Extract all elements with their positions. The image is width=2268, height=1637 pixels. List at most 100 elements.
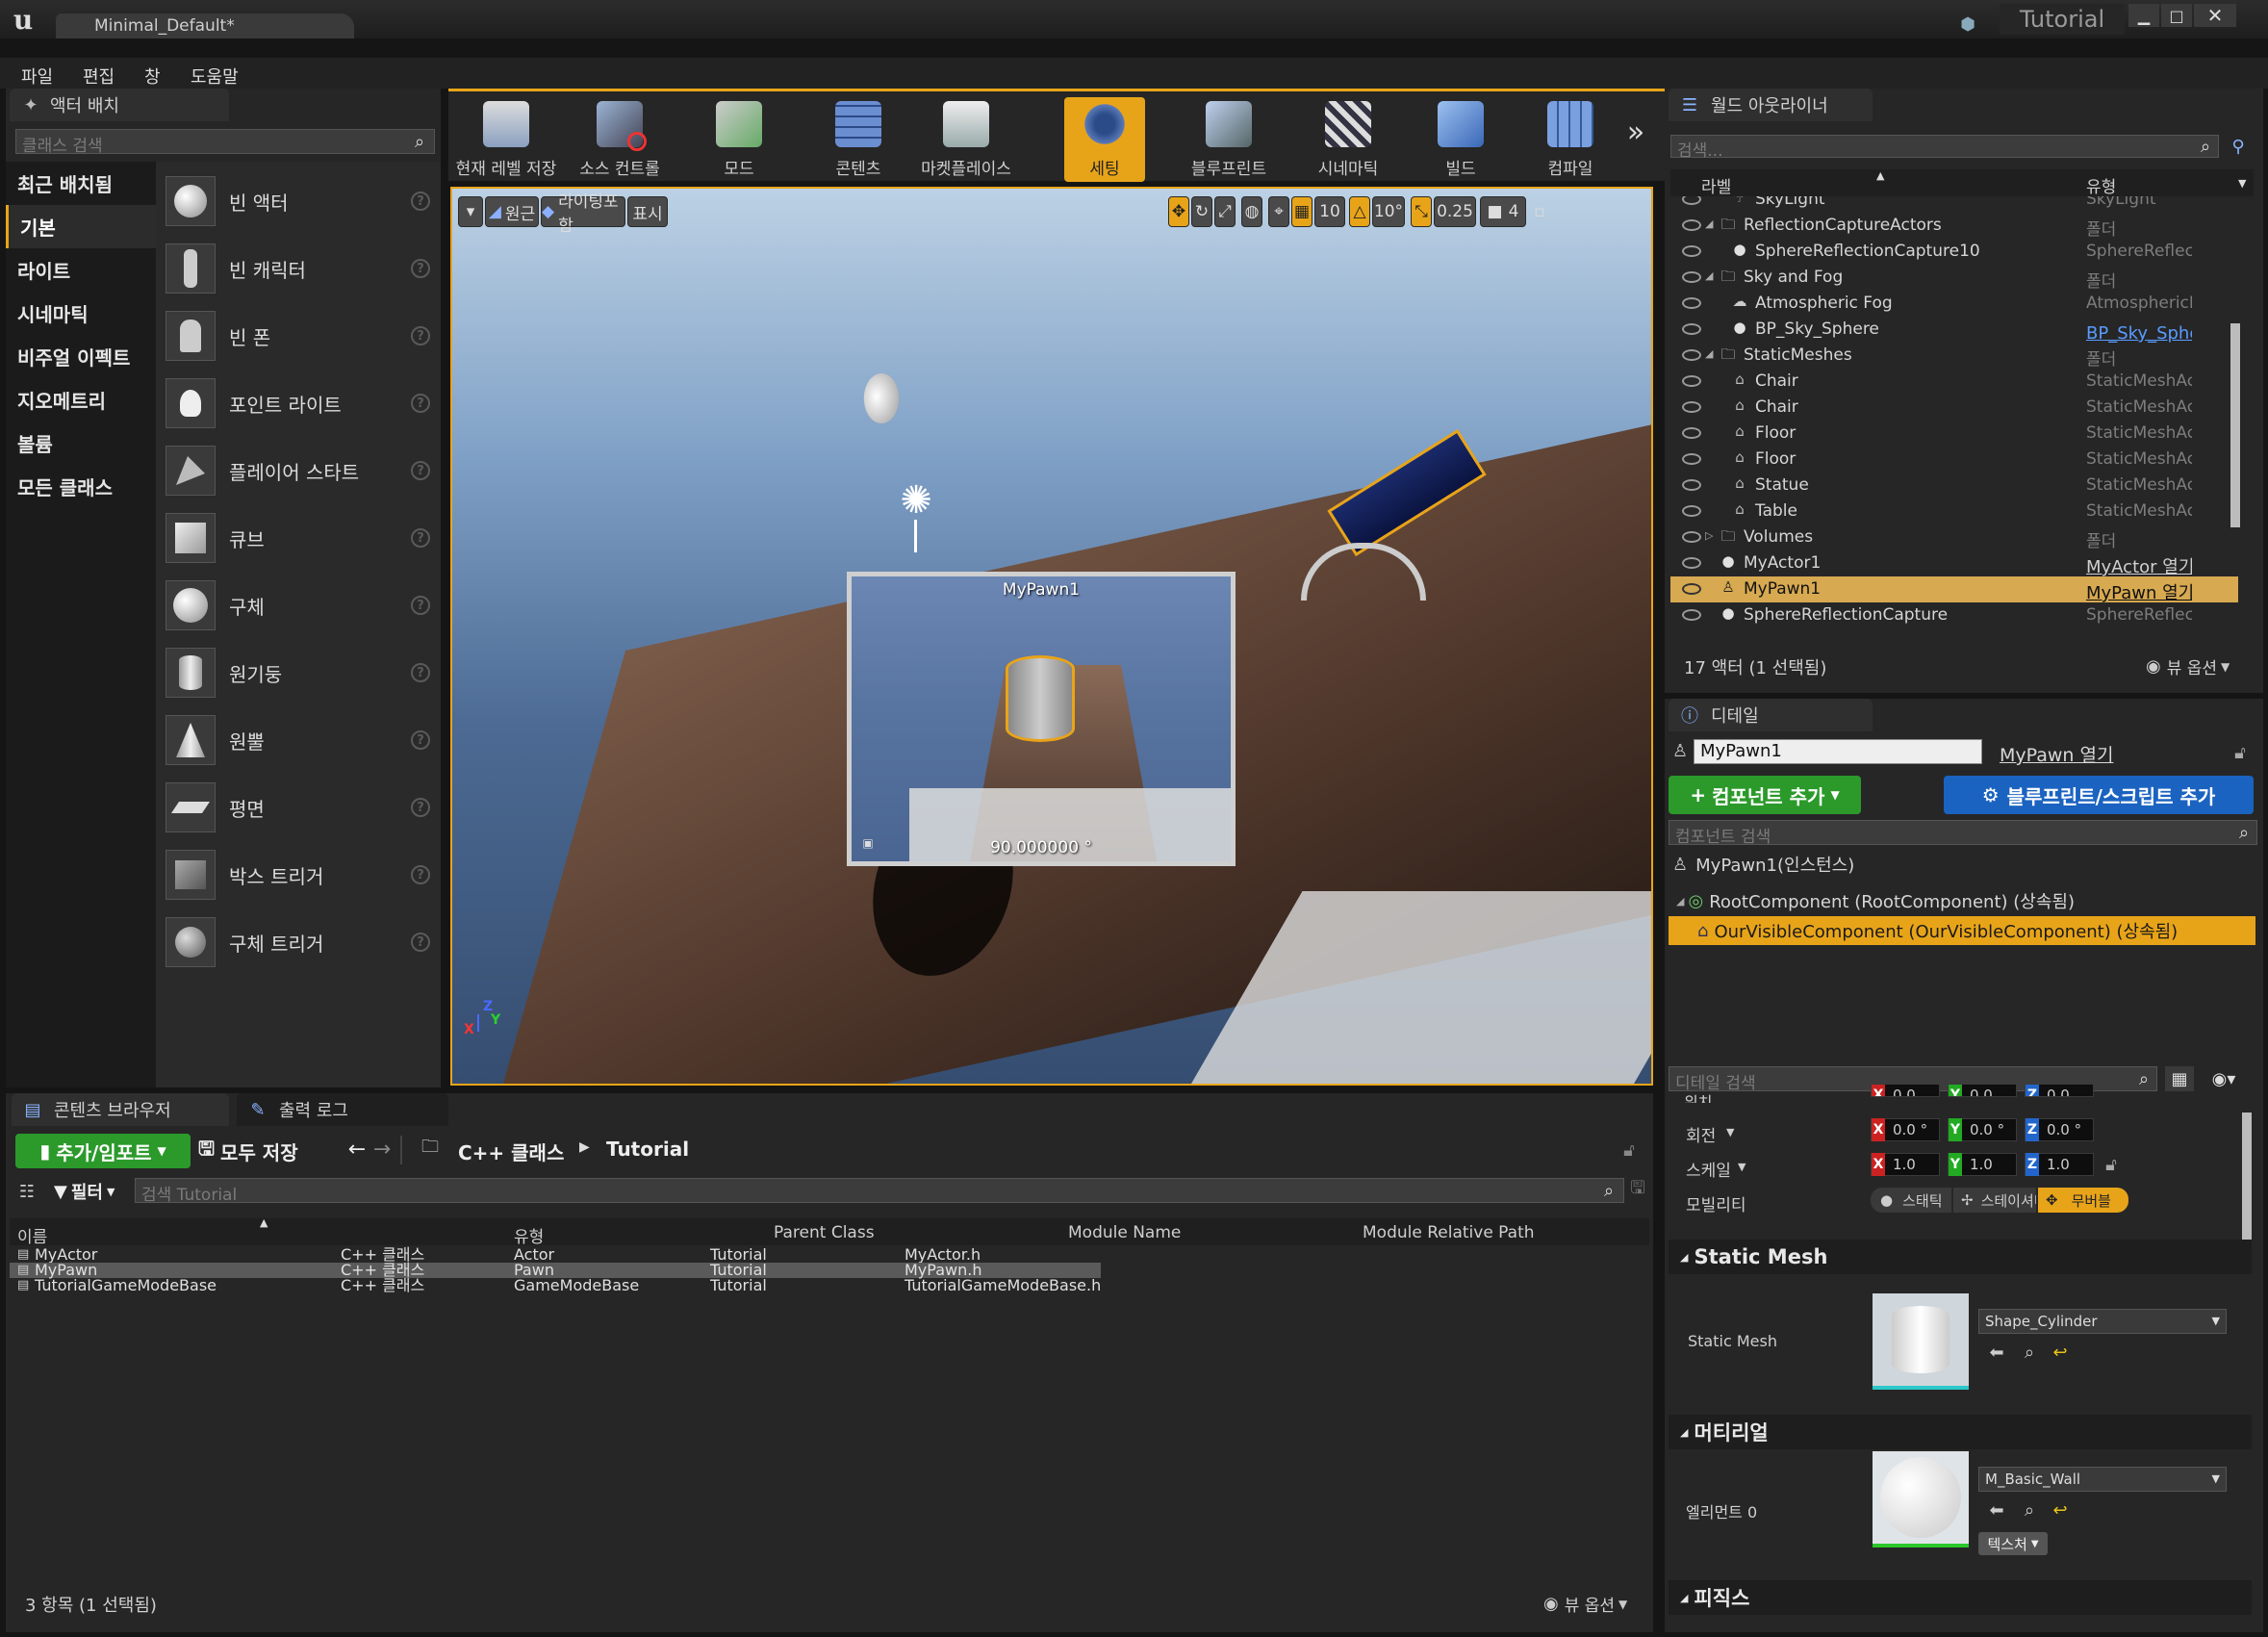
mobility-static-button[interactable]: ● 스태틱 xyxy=(1871,1188,1951,1213)
component-search-input[interactable]: 컴포넌트 검색 ⌕ xyxy=(1669,820,2257,847)
mobility-movable-button[interactable]: ✥ 무버블 xyxy=(2038,1188,2128,1213)
place-item-point-light[interactable]: 포인트 라이트? xyxy=(156,371,440,435)
search-icon[interactable]: ⌕ xyxy=(1598,1180,1619,1201)
static-mesh-thumbnail[interactable] xyxy=(1873,1293,1969,1390)
forward-arrow-icon[interactable]: → xyxy=(371,1136,393,1163)
column-module-name[interactable]: Module Name xyxy=(1068,1223,1181,1242)
source-control-button[interactable]: 소스 컨트롤 xyxy=(564,97,675,182)
back-arrow-icon[interactable]: ← xyxy=(346,1136,368,1163)
minimize-button[interactable]: ▁ xyxy=(2128,4,2159,27)
place-item-empty-pawn[interactable]: 빈 폰? xyxy=(156,304,440,368)
scale-lock-icon[interactable]: 🔓︎ xyxy=(2102,1153,2121,1176)
category-visual-effects[interactable]: 비주얼 이펙트 xyxy=(6,335,156,378)
outliner-row[interactable]: ♙ MyPawn1 MyPawn 열기 xyxy=(1670,576,2238,604)
outliner-row[interactable]: ⌂ Chair StaticMeshActor xyxy=(1670,369,2238,395)
visibility-eye-icon[interactable] xyxy=(1682,349,1701,361)
outliner-row[interactable]: ⌂ Chair StaticMeshActor xyxy=(1670,395,2238,421)
save-search-icon[interactable]: 🖫︎ xyxy=(1626,1178,1649,1203)
material-section-header[interactable]: ◢ 머티리얼 xyxy=(1669,1415,2252,1449)
outliner-row[interactable]: ☁︎ Atmospheric Fog AtmosphericFog xyxy=(1670,291,2238,317)
browse-search-icon[interactable]: ⌕ xyxy=(2019,1499,2040,1521)
help-icon[interactable]: ? xyxy=(411,528,430,548)
pin-icon[interactable]: ⚲ xyxy=(2225,135,2252,158)
outliner-row-type-link[interactable]: MyPawn 열기 xyxy=(2086,579,2192,604)
static-mesh-dropdown[interactable]: Shape_Cylinder ▼ xyxy=(1978,1309,2227,1334)
outliner-search-input[interactable]: 검색... ⌕ xyxy=(1670,135,2219,161)
visibility-eye-icon[interactable]: ◉▾ xyxy=(2200,1066,2248,1091)
scale-z-field[interactable]: Z 1.0 xyxy=(2025,1153,2094,1176)
component-instance-row[interactable]: ♙ MyPawn1(인스턴스) xyxy=(1672,851,2250,878)
breadcrumb-tutorial[interactable]: Tutorial xyxy=(606,1138,689,1161)
rotation-z-field[interactable]: Z 0.0 ° xyxy=(2025,1118,2094,1141)
grid-snap-toggle[interactable]: ▦ xyxy=(1291,196,1312,227)
grid-snap-value[interactable]: 10 xyxy=(1314,196,1345,227)
menu-window[interactable]: 창 xyxy=(144,64,161,89)
help-icon[interactable]: ? xyxy=(411,865,430,884)
help-icon[interactable]: ? xyxy=(411,933,430,952)
outliner-row[interactable]: ⌂ Floor StaticMeshActor xyxy=(1670,421,2238,447)
filter-button[interactable]: ▼ 필터 ▼ xyxy=(54,1180,115,1204)
visibility-eye-icon[interactable] xyxy=(1682,427,1701,439)
outliner-row[interactable]: ● SphereReflectionCapture10 SphereReflecti… xyxy=(1670,239,2238,265)
add-import-button[interactable]: ▮ 추가/임포트 ▼ xyxy=(15,1134,191,1168)
column-name[interactable]: 이름 xyxy=(17,1223,47,1247)
visibility-eye-icon[interactable] xyxy=(1682,583,1701,595)
tree-expanded-icon[interactable]: ◢ xyxy=(1705,347,1713,360)
place-item-empty-actor[interactable]: 빈 액터? xyxy=(156,169,440,233)
outliner-row[interactable]: ● SphereReflectionCapture SphereReflection… xyxy=(1670,602,2238,628)
visibility-eye-icon[interactable] xyxy=(1682,196,1701,205)
visibility-eye-icon[interactable] xyxy=(1682,375,1701,387)
search-icon[interactable]: ⌕ xyxy=(2133,1068,2154,1089)
outliner-row[interactable]: ◢ 🗀︎ ReflectionCaptureActors 폴더 xyxy=(1670,213,2238,240)
visibility-eye-icon[interactable] xyxy=(1682,271,1701,283)
tree-collapsed-icon[interactable]: ▷ xyxy=(1705,529,1713,542)
place-item-cone[interactable]: 원뿔? xyxy=(156,708,440,772)
content-browser-tab[interactable]: ▤ 콘텐츠 브라우저 xyxy=(12,1093,229,1126)
static-mesh-section-header[interactable]: ◢ Static Mesh xyxy=(1669,1240,2252,1274)
search-icon[interactable]: ⌕ xyxy=(2233,822,2255,843)
maximize-viewport-button[interactable]: ▫ xyxy=(1530,196,1549,227)
physics-section-header[interactable]: ◢ 피직스 xyxy=(1669,1580,2252,1615)
camera-speed-button[interactable]: ■ 4 xyxy=(1480,196,1526,227)
details-tab[interactable]: ⓘ 디테일 xyxy=(1669,699,1873,731)
lit-button[interactable]: ◆ 라이팅포함 xyxy=(541,192,625,236)
rotation-y-field[interactable]: Y 0.0 ° xyxy=(1948,1118,2017,1141)
scale-y-field[interactable]: Y 1.0 xyxy=(1948,1153,2017,1176)
outliner-scroll-thumb[interactable] xyxy=(2230,323,2240,527)
modes-button[interactable]: 모드 xyxy=(693,97,785,182)
outliner-row[interactable]: ◢ 🗀︎ StaticMeshes 폴더 xyxy=(1670,343,2238,370)
class-search-input[interactable]: 클래스 검색 ⌕ xyxy=(15,129,435,156)
material-thumbnail[interactable] xyxy=(1873,1451,1969,1547)
scale-snap-toggle[interactable]: ⤡ xyxy=(1411,196,1432,227)
visibility-eye-icon[interactable] xyxy=(1682,453,1701,465)
preview-camera-icon[interactable]: ▣ xyxy=(859,836,877,850)
place-item-sphere[interactable]: 구체? xyxy=(156,574,440,637)
category-all-classes[interactable]: 모든 클래스 xyxy=(6,465,156,508)
content-button[interactable]: 콘텐츠 xyxy=(812,97,905,182)
outliner-row[interactable]: ▷ 🗀︎ Volumes 폴더 xyxy=(1670,524,2238,551)
type-dropdown-icon[interactable]: ▼ xyxy=(2238,177,2246,190)
cinematics-button[interactable]: 시네마틱 xyxy=(1295,97,1401,182)
camera-preview-window[interactable]: MyPawn1 90.000000 ° ▣ xyxy=(847,572,1236,866)
save-level-button[interactable]: 현재 레벨 저장 xyxy=(448,97,564,182)
place-item-plane[interactable]: 평면? xyxy=(156,776,440,839)
place-item-player-start[interactable]: 플레이어 스타트? xyxy=(156,439,440,502)
place-item-cube[interactable]: 큐브? xyxy=(156,506,440,570)
statue-mesh[interactable] xyxy=(1291,428,1487,601)
folder-icon[interactable]: 🗀︎ xyxy=(418,1136,443,1163)
browse-search-icon[interactable]: ⌕ xyxy=(2019,1342,2040,1363)
search-icon[interactable]: ⌕ xyxy=(2195,136,2216,157)
compile-button[interactable]: 컴파일 xyxy=(1524,97,1617,182)
project-tab[interactable]: Minimal_Default* xyxy=(56,13,354,38)
column-parent-class[interactable]: Parent Class xyxy=(774,1223,875,1242)
outliner-row[interactable]: ● MyActor1 MyActor 열기 xyxy=(1670,550,2238,578)
scale-x-field[interactable]: X 1.0 xyxy=(1871,1153,1940,1176)
outliner-row-type-link[interactable]: MyActor 열기 xyxy=(2086,553,2192,578)
sun-light-icon[interactable]: ✺ xyxy=(895,478,937,523)
menu-help[interactable]: 도움말 xyxy=(191,64,239,89)
perspective-button[interactable]: ◢ 원근 xyxy=(485,196,539,227)
material-dropdown[interactable]: M_Basic_Wall ▼ xyxy=(1978,1467,2227,1492)
texture-dropdown-button[interactable]: 텍스처 ▼ xyxy=(1978,1532,2048,1555)
rotation-snap-toggle[interactable]: △ xyxy=(1349,196,1370,227)
column-type[interactable]: 유형 xyxy=(514,1223,544,1247)
